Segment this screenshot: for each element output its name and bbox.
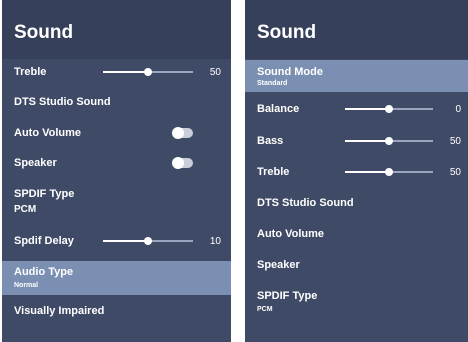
toggle-knob [172, 157, 184, 169]
menu-title: Sound [14, 22, 74, 43]
menu-item-bass[interactable]: Bass 50 [245, 131, 468, 151]
balance-slider[interactable] [345, 103, 433, 115]
slider-value: 50 [449, 136, 461, 147]
menu-item-speaker[interactable]: Speaker [245, 255, 468, 275]
menu-item-label: Treble [257, 166, 290, 178]
menu-item-speaker[interactable]: Speaker [2, 153, 231, 173]
slider-value: 50 [449, 167, 461, 178]
slider-fill [345, 171, 389, 173]
menu-item-auto-volume[interactable]: Auto Volume [245, 224, 468, 244]
slider-value: 0 [455, 104, 461, 115]
slider-value: 50 [209, 67, 221, 78]
slider-value: 10 [209, 236, 221, 247]
auto-volume-toggle[interactable] [172, 127, 193, 139]
menu-title: Sound [257, 22, 317, 43]
menu-item-spdif-type[interactable]: SPDIF Type PCM [2, 183, 231, 221]
spdif-delay-slider[interactable] [103, 235, 193, 247]
menu-item-label: DTS Studio Sound [14, 96, 111, 108]
menu-header: Sound [2, 0, 231, 59]
slider-fill [345, 140, 389, 142]
slider-fill [345, 108, 389, 110]
menu-item-label: Auto Volume [14, 127, 82, 139]
slider-fill [103, 71, 148, 73]
sound-menu-right: Sound Sound Mode Standard Balance 0 Bass… [245, 0, 468, 342]
menu-item-label: Balance [257, 103, 300, 115]
menu-header: Sound [245, 0, 468, 59]
slider-knob[interactable] [385, 105, 393, 113]
menu-item-sub-value: Normal [14, 282, 39, 289]
menu-item-dts-studio-sound[interactable]: DTS Studio Sound [245, 193, 468, 213]
menu-item-audio-type[interactable]: Audio Type Normal [2, 261, 231, 295]
bass-slider[interactable] [345, 135, 433, 147]
menu-item-dts-studio-sound[interactable]: DTS Studio Sound [2, 92, 231, 112]
treble-slider[interactable] [345, 166, 433, 178]
menu-item-sub-value: PCM [257, 306, 273, 313]
menu-item-visually-impaired[interactable]: Visually Impaired [2, 300, 231, 322]
speaker-toggle[interactable] [172, 157, 193, 169]
slider-knob[interactable] [385, 137, 393, 145]
menu-item-label: SPDIF Type [14, 188, 75, 200]
menu-item-sub-value: Standard [257, 80, 288, 87]
menu-item-sound-mode[interactable]: Sound Mode Standard [245, 60, 468, 92]
menu-item-spdif-delay[interactable]: Spdif Delay 10 [2, 231, 231, 251]
menu-item-label: Audio Type [14, 266, 74, 278]
menu-item-label: Auto Volume [257, 228, 325, 240]
menu-item-label: Speaker [257, 259, 300, 271]
sound-menu-left: Sound Treble 50 DTS Studio Sound Auto Vo… [2, 0, 231, 342]
menu-item-spdif-type[interactable]: SPDIF Type PCM [245, 285, 468, 319]
menu-item-sub-value: PCM [14, 204, 37, 215]
treble-slider[interactable] [103, 66, 193, 78]
slider-knob[interactable] [385, 168, 393, 176]
menu-item-label: DTS Studio Sound [257, 197, 354, 209]
menu-item-treble[interactable]: Treble 50 [245, 162, 468, 182]
slider-fill [103, 240, 148, 242]
menu-item-treble[interactable]: Treble 50 [2, 62, 231, 82]
menu-item-balance[interactable]: Balance 0 [245, 99, 468, 119]
toggle-knob [172, 127, 184, 139]
slider-knob[interactable] [144, 68, 152, 76]
menu-item-label: Sound Mode [257, 66, 323, 78]
menu-item-label: Treble [14, 66, 47, 78]
menu-item-label: Speaker [14, 157, 57, 169]
menu-item-label: Spdif Delay [14, 235, 74, 247]
menu-item-label: SPDIF Type [257, 290, 318, 302]
menu-item-auto-volume[interactable]: Auto Volume [2, 123, 231, 143]
menu-item-label: Bass [257, 135, 284, 147]
menu-item-label: Visually Impaired [14, 305, 105, 317]
slider-knob[interactable] [144, 237, 152, 245]
